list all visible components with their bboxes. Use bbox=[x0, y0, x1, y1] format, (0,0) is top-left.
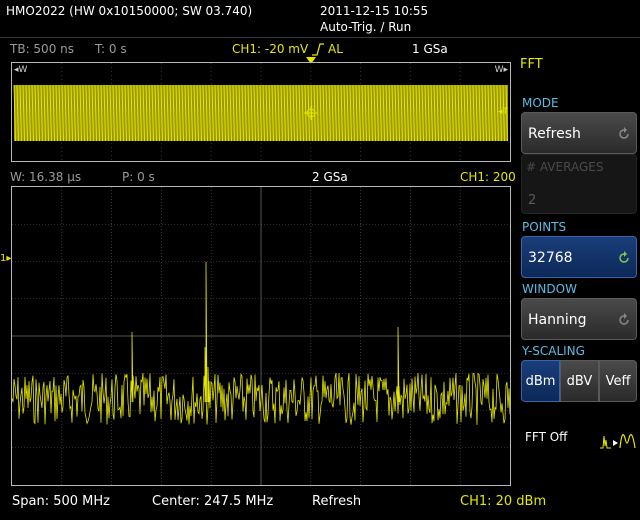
mode-button[interactable]: Refresh bbox=[521, 112, 637, 154]
y-scaling-veff[interactable]: Veff bbox=[599, 360, 637, 402]
zoom-window-width: W: 16.38 µs bbox=[10, 170, 82, 184]
fft-spectrum-display[interactable] bbox=[11, 186, 511, 486]
fft-menu-sidebar: FFT MODE Refresh # AVERAGES 2 POINTS 327… bbox=[518, 40, 640, 520]
y-scaling-dbm[interactable]: dBm bbox=[521, 360, 560, 402]
window-title: WINDOW bbox=[522, 282, 577, 296]
center-frequency-label: Center: 247.5 MHz bbox=[152, 494, 274, 509]
rotate-icon bbox=[619, 127, 629, 139]
waveform-icon bbox=[600, 434, 636, 449]
datetime: 2011-12-15 10:55 bbox=[320, 4, 429, 18]
trigger-mode: AL bbox=[328, 42, 343, 56]
window-button[interactable]: Hanning bbox=[521, 298, 637, 340]
fft-off-label: FFT Off bbox=[525, 430, 568, 444]
window-right-marker: W▸ bbox=[494, 65, 508, 75]
averages-button[interactable]: # AVERAGES 2 bbox=[521, 154, 637, 214]
mode-title: MODE bbox=[522, 96, 559, 110]
averages-value: 2 bbox=[528, 193, 537, 208]
fft-off-button[interactable]: FFT Off bbox=[521, 418, 637, 458]
mode-value: Refresh bbox=[528, 126, 581, 142]
y-scaling-selector: dBm dBV Veff bbox=[521, 360, 637, 402]
rotate-icon bbox=[619, 313, 629, 325]
device-info: HMO2022 (HW 0x10150000; SW 03.740) bbox=[6, 4, 253, 18]
sample-rate: 1 GSa bbox=[412, 42, 448, 56]
time-offset-label: T: 0 s bbox=[95, 42, 127, 56]
window-value: Hanning bbox=[528, 312, 587, 328]
fft-mode-label: Refresh bbox=[312, 494, 362, 509]
overview-waveform[interactable]: ◂W W▸ ◂T bbox=[11, 62, 511, 162]
overview-trigger-marker: ◂T bbox=[497, 107, 508, 117]
span-label: Span: 500 MHz bbox=[12, 494, 110, 509]
bottom-bar: Span: 500 MHz Center: 247.5 MHz Refresh … bbox=[0, 490, 640, 520]
window-left-marker: ◂W bbox=[14, 65, 28, 75]
fft-menu-title: FFT bbox=[520, 57, 543, 72]
points-title: POINTS bbox=[522, 220, 567, 234]
timebase-label: TB: 500 ns bbox=[10, 42, 74, 56]
averages-title: # AVERAGES bbox=[526, 160, 604, 174]
overview-trace bbox=[13, 63, 508, 161]
zoom-sample-rate: 2 GSa bbox=[312, 170, 348, 184]
trigger-status: Auto-Trig. / Run bbox=[320, 20, 412, 34]
zoom-status-row: W: 16.38 µs P: 0 s 2 GSa CH1: 200 bbox=[0, 167, 520, 185]
rising-edge-icon bbox=[312, 43, 324, 56]
points-button[interactable]: 32768 bbox=[521, 236, 637, 278]
rotate-icon bbox=[619, 251, 629, 263]
y-scaling-dbv[interactable]: dBV bbox=[560, 360, 599, 402]
channel-1-marker[interactable]: 1▸ bbox=[0, 254, 11, 264]
top-bar: HMO2022 (HW 0x10150000; SW 03.740) 2011-… bbox=[0, 0, 640, 38]
zoom-channel-scale: CH1: 200 bbox=[460, 170, 516, 184]
trigger-info: CH1: -20 mV bbox=[232, 42, 309, 56]
y-scaling-title: Y-SCALING bbox=[522, 344, 585, 358]
points-value: 32768 bbox=[528, 250, 573, 266]
zoom-position: P: 0 s bbox=[122, 170, 155, 184]
fft-spectrum-trace bbox=[12, 187, 510, 485]
fft-channel-scale: CH1: 20 dBm bbox=[460, 494, 547, 509]
status-row: TB: 500 ns T: 0 s CH1: -20 mV AL 1 GSa bbox=[0, 40, 520, 58]
